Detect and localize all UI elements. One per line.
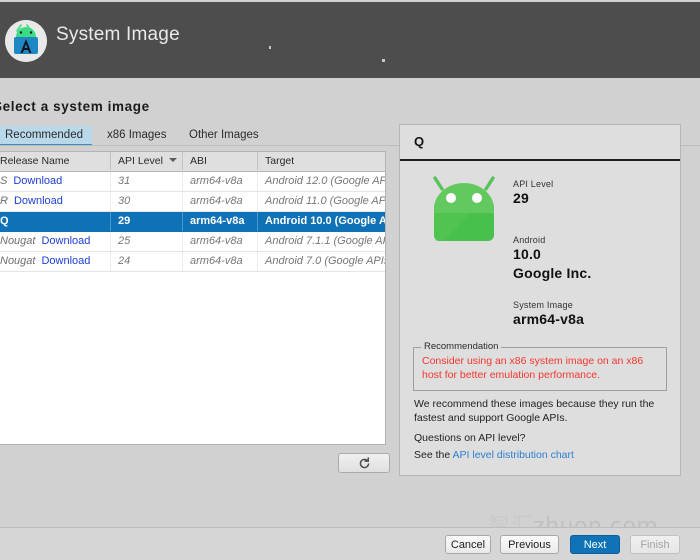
cell-release-name: Q bbox=[0, 212, 111, 231]
spec-value: 29 bbox=[513, 190, 529, 206]
table-row[interactable]: R Download 30 arm64-v8a Android 11.0 (Goo… bbox=[0, 192, 385, 212]
column-label: Target bbox=[265, 155, 295, 167]
recommendation-legend: Recommendation bbox=[421, 341, 502, 352]
cell-release-name: Nougat Download bbox=[0, 252, 111, 271]
sort-descending-caret-icon bbox=[168, 158, 177, 162]
recommendation-paragraph: We recommend these images because they r… bbox=[414, 398, 655, 424]
finish-button: Finish bbox=[630, 535, 680, 554]
cell-api-level: 31 bbox=[111, 172, 183, 191]
wizard-header: System Image bbox=[0, 2, 700, 78]
page-title: Select a system image bbox=[0, 99, 150, 114]
cell-target: Android 11.0 (Google APIs bbox=[265, 195, 386, 207]
detail-header: Q bbox=[400, 125, 680, 161]
release-name-text: Q bbox=[0, 215, 9, 227]
spec-api-level: API Level 29 bbox=[513, 179, 553, 206]
release-name-text: Nougat bbox=[0, 235, 36, 247]
api-level-link-row: See the API level distribution chart bbox=[414, 448, 668, 462]
tab-other-images[interactable]: Other Images bbox=[180, 126, 268, 146]
download-link[interactable]: Download bbox=[13, 175, 62, 187]
cell-abi: arm64-v8a bbox=[183, 252, 258, 271]
cell-api-level: 29 bbox=[111, 212, 183, 231]
recommendation-text: Consider using an x86 system image on an… bbox=[422, 355, 644, 381]
api-level-question: Questions on API level? bbox=[414, 432, 526, 444]
column-label: ABI bbox=[190, 155, 207, 167]
spec-label: API Level bbox=[513, 179, 554, 189]
refresh-button[interactable] bbox=[338, 453, 390, 473]
spec-system-image: System Image arm64-v8a bbox=[513, 300, 584, 327]
cell-target: Android 7.0 (Google APIs) bbox=[265, 255, 386, 267]
tab-x86-images[interactable]: x86 Images bbox=[98, 126, 175, 146]
next-button[interactable]: Next bbox=[570, 535, 620, 554]
cell-abi: arm64-v8a bbox=[183, 172, 258, 191]
cancel-button[interactable]: Cancel bbox=[445, 535, 491, 554]
column-header-api-level[interactable]: API Level bbox=[111, 152, 183, 170]
table-row[interactable]: Nougat Download 24 arm64-v8a Android 7.0 … bbox=[0, 252, 385, 272]
tab-bar: Recommended x86 Images Other Images bbox=[0, 126, 388, 146]
table-header-row: Release Name API Level ABI Target bbox=[0, 152, 385, 172]
api-level-distribution-chart-link[interactable]: API level distribution chart bbox=[453, 449, 574, 461]
download-link[interactable]: Download bbox=[41, 255, 90, 267]
spec-label: System Image bbox=[513, 300, 573, 310]
cell-release-name: S Download bbox=[0, 172, 111, 191]
download-link[interactable]: Download bbox=[41, 235, 90, 247]
recommendation-box: Recommendation Consider using an x86 sys… bbox=[413, 341, 667, 391]
android-robot-icon bbox=[422, 173, 506, 251]
see-the-label: See the bbox=[414, 449, 451, 461]
table-row[interactable]: S Download 31 arm64-v8a Android 12.0 (Goo… bbox=[0, 172, 385, 192]
noise-speck bbox=[382, 59, 385, 62]
download-link[interactable]: Download bbox=[14, 195, 63, 207]
spec-label: Android bbox=[513, 235, 546, 245]
system-image-wizard: System Image Select a system image Recom… bbox=[0, 0, 700, 560]
cell-release-name: R Download bbox=[0, 192, 111, 211]
spec-value: 10.0 bbox=[513, 246, 542, 262]
cell-api-level: 25 bbox=[111, 232, 183, 251]
detail-panel: Q API Level 29 Android 10.0 Google Inc. bbox=[399, 124, 681, 476]
cell-target: Android 12.0 (Google APIs bbox=[265, 175, 386, 187]
cell-release-name: Nougat Download bbox=[0, 232, 111, 251]
noise-speck bbox=[269, 46, 271, 49]
footer-bar: Cancel Previous Next Finish bbox=[0, 528, 700, 560]
column-header-release-name[interactable]: Release Name bbox=[0, 152, 111, 170]
cell-api-level: 24 bbox=[111, 252, 183, 271]
android-studio-icon bbox=[5, 20, 47, 62]
spec-vendor: Google Inc. bbox=[513, 265, 592, 281]
cell-abi: arm64-v8a bbox=[183, 192, 258, 211]
column-header-abi[interactable]: ABI bbox=[183, 152, 258, 170]
spec-android-version: Android 10.0 Google Inc. bbox=[513, 235, 591, 281]
cell-abi: arm64-v8a bbox=[183, 212, 258, 231]
column-label: Release Name bbox=[0, 155, 70, 167]
spec-value: arm64-v8a bbox=[513, 311, 585, 327]
release-name-text: S bbox=[0, 175, 8, 187]
table-body: S Download 31 arm64-v8a Android 12.0 (Goo… bbox=[0, 172, 385, 444]
column-header-target[interactable]: Target bbox=[258, 152, 385, 170]
previous-button[interactable]: Previous bbox=[500, 535, 559, 554]
cell-abi: arm64-v8a bbox=[183, 232, 258, 251]
table-row[interactable]: Nougat Download 25 arm64-v8a Android 7.1.… bbox=[0, 232, 385, 252]
detail-title: Q bbox=[414, 134, 425, 149]
cell-target: Android 10.0 (Google APIs bbox=[258, 212, 385, 231]
window-title: System Image bbox=[56, 24, 180, 45]
system-image-table: Release Name API Level ABI Target S Downl… bbox=[0, 151, 386, 445]
release-name-text: Nougat bbox=[0, 255, 36, 267]
column-label: API Level bbox=[118, 155, 163, 167]
refresh-icon bbox=[359, 456, 369, 468]
release-name-text: R bbox=[0, 195, 8, 207]
table-row-selected[interactable]: Q 29 arm64-v8a Android 10.0 (Google APIs bbox=[0, 212, 385, 232]
cell-target: Android 7.1.1 (Google APIs bbox=[265, 235, 386, 247]
cell-api-level: 30 bbox=[111, 192, 183, 211]
tab-recommended[interactable]: Recommended bbox=[0, 126, 92, 146]
